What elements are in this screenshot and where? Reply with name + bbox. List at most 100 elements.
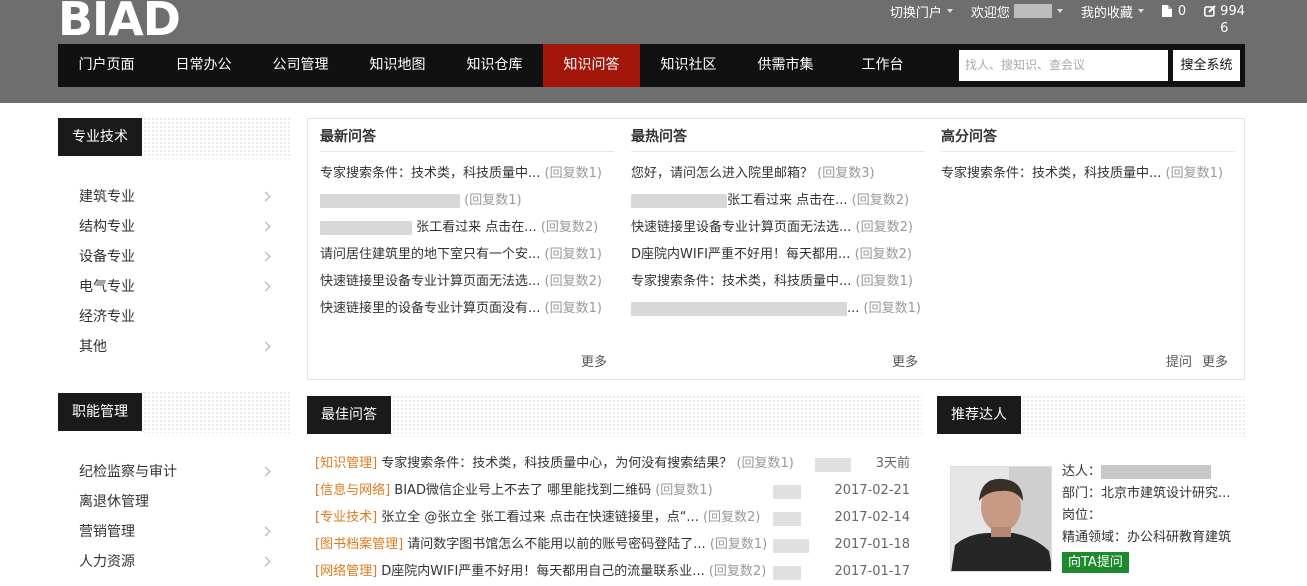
sidebar-item-label: 结构专业 <box>79 219 135 235</box>
category-tag[interactable]: [信息与网络] <box>315 483 390 498</box>
nav-item-company-management[interactable]: 公司管理 <box>252 44 349 87</box>
top-bar: 切换门户 欢迎您 我的收藏 0 994 6 <box>872 2 1245 38</box>
question-text: 快速链接里设备专业计算页面无法选... <box>631 220 852 235</box>
sidebar-item-other[interactable]: 其他 <box>79 332 271 362</box>
list-item[interactable]: D座院内WIFI严重不好用！每天都用... (回复数2) <box>631 241 912 268</box>
sidebar-item-retirement[interactable]: 离退休管理 <box>79 487 269 517</box>
chevron-right-icon <box>260 526 271 537</box>
sidebar-item-electrical[interactable]: 电气专业 <box>79 272 271 302</box>
table-row[interactable]: [知识管理] 专家搜索条件：技术类，科技质量中心，为何没有搜索结果？ (回复数1… <box>315 451 910 477</box>
sidebar-item-hr[interactable]: 人力资源 <box>79 547 271 577</box>
sidebar-item-label: 其他 <box>79 339 107 355</box>
nav-item-daily-office[interactable]: 日常办公 <box>155 44 252 87</box>
documents-link[interactable]: 0 <box>1161 2 1186 20</box>
latest-qa-title: 最新问答 <box>320 119 614 152</box>
highscore-more-link[interactable]: 更多 <box>1202 351 1228 370</box>
reply-count: (回复数1) <box>544 166 602 181</box>
list-item[interactable]: 您好，请问怎么进入院里邮箱？ (回复数3) <box>631 160 875 187</box>
list-item[interactable]: 张工看过来 点击在... (回复数2) <box>320 214 598 241</box>
blurred-text <box>773 566 801 580</box>
person-photo-icon <box>951 467 1051 571</box>
recommended-expert-title: 推荐达人 <box>937 396 1021 434</box>
question-text: 专家搜索条件：技术类，科技质量中心，为何没有搜索结果？ <box>381 456 733 471</box>
nav-item-knowledge-warehouse[interactable]: 知识仓库 <box>446 44 543 87</box>
sidebar-item-label: 设备专业 <box>79 249 135 265</box>
sidebar-item-label: 经济专业 <box>79 309 135 325</box>
sidebar-item-structure[interactable]: 结构专业 <box>79 212 271 242</box>
title-pattern <box>1022 395 1247 437</box>
qa-panel: 最新问答 专家搜索条件：技术类，科技质量中... (回复数1) (回复数1) 张… <box>307 118 1245 380</box>
search-input[interactable]: 找人、搜知识、查会议 <box>959 50 1168 81</box>
edit-count-wrap: 6 <box>1220 21 1229 36</box>
nav-item-knowledge-qa[interactable]: 知识问答 <box>543 44 640 87</box>
question-text: 专家搜索条件：技术类，科技质量中... <box>320 166 541 181</box>
welcome-label: 欢迎您 <box>970 5 1010 21</box>
edits-link[interactable]: 994 6 <box>1204 2 1245 38</box>
question-text: 专家搜索条件：技术类，科技质量中... <box>631 274 852 289</box>
question-text: 请问居住建筑里的地下室只有一个安... <box>320 247 541 262</box>
table-row[interactable]: [图书档案管理] 请问数字图书馆怎么不能用以前的账号密码登陆了... (回复数1… <box>315 532 910 558</box>
best-qa-title: 最佳问答 <box>307 396 391 434</box>
sidebar-item-label: 建筑专业 <box>79 189 135 205</box>
table-row[interactable]: [信息与网络] BIAD微信企业号上不去了 哪里能找到二维码 (回复数1) 201… <box>315 478 910 504</box>
list-item[interactable]: ... (回复数1) <box>631 295 921 322</box>
nav-item-knowledge-community[interactable]: 知识社区 <box>640 44 737 87</box>
list-item[interactable]: (回复数1) <box>320 187 522 214</box>
blurred-text <box>773 512 801 526</box>
switch-portal-label: 切换门户 <box>889 5 942 21</box>
list-item[interactable]: 专家搜索条件：技术类，科技质量中... (回复数1) <box>941 160 1223 187</box>
list-item[interactable]: 专家搜索条件：技术类，科技质量中... (回复数1) <box>631 268 913 295</box>
logo[interactable]: BIAD <box>58 0 181 46</box>
list-item[interactable]: 快速链接里的设备专业计算页面没有... (回复数1) <box>320 295 602 322</box>
chevron-right-icon <box>260 556 271 567</box>
blurred-text <box>631 193 727 208</box>
user-menu[interactable]: 欢迎您 <box>970 2 1063 21</box>
section-title-functional: 职能管理 <box>58 393 142 431</box>
switch-portal-menu[interactable]: 切换门户 <box>889 2 953 21</box>
table-row[interactable]: [网络管理] D座院内WIFI严重不好用！每天都用自己的流量联系业... (回复… <box>315 559 910 585</box>
reply-count: (回复数2) <box>708 564 767 579</box>
favorites-menu[interactable]: 我的收藏 <box>1081 2 1144 21</box>
list-item[interactable]: 专家搜索条件：技术类，科技质量中... (回复数1) <box>320 160 602 187</box>
search-all-button[interactable]: 搜全系统 <box>1173 50 1240 81</box>
latest-more-link[interactable]: 更多 <box>581 351 607 370</box>
post-date: 2017-02-14 <box>834 510 910 525</box>
sidebar-item-architecture[interactable]: 建筑专业 <box>79 182 271 212</box>
reply-count: (回复数3) <box>817 166 875 181</box>
nav-item-market[interactable]: 供需市集 <box>737 44 834 87</box>
list-item[interactable]: 请问居住建筑里的地下室只有一个安... (回复数1) <box>320 241 602 268</box>
section-title-technical: 专业技术 <box>58 118 142 156</box>
reply-count: (回复数1) <box>464 193 522 208</box>
sidebar-item-marketing[interactable]: 营销管理 <box>79 517 271 547</box>
nav-item-portal[interactable]: 门户页面 <box>58 44 155 87</box>
expert-name-blurred <box>1101 464 1212 479</box>
sidebar-item-equipment[interactable]: 设备专业 <box>79 242 271 272</box>
ask-expert-button[interactable]: 向TA提问 <box>1062 552 1129 573</box>
chevron-down-icon <box>1137 9 1144 13</box>
sidebar-item-audit[interactable]: 纪检监察与审计 <box>79 457 271 487</box>
nav-item-knowledge-map[interactable]: 知识地图 <box>349 44 446 87</box>
list-item[interactable]: 张工看过来 点击在... (回复数2) <box>631 187 909 214</box>
list-item[interactable]: 快速链接里设备专业计算页面无法选... (回复数2) <box>631 214 913 241</box>
chevron-right-icon <box>260 281 271 292</box>
category-tag[interactable]: [网络管理] <box>315 564 377 579</box>
question-text: 张工看过来 点击在... <box>727 193 848 208</box>
sidebar-item-label: 纪检监察与审计 <box>79 464 177 480</box>
blurred-text <box>320 220 412 235</box>
chevron-right-icon <box>260 466 271 477</box>
list-item[interactable]: 快速链接里设备专业计算页面无法选... (回复数2) <box>320 268 602 295</box>
expert-avatar[interactable] <box>950 466 1052 572</box>
reply-count: (回复数1) <box>1165 166 1223 181</box>
category-tag[interactable]: [知识管理] <box>315 456 377 471</box>
nav-item-workbench[interactable]: 工作台 <box>834 44 931 87</box>
question-text: 请问数字图书馆怎么不能用以前的账号密码登陆了... <box>407 537 706 552</box>
sidebar-item-economics[interactable]: 经济专业 <box>79 302 269 332</box>
chevron-down-icon <box>946 9 953 13</box>
question-text: D座院内WIFI严重不好用！每天都用自己的流量联系业... <box>381 564 705 579</box>
hottest-more-link[interactable]: 更多 <box>892 351 918 370</box>
category-tag[interactable]: [图书档案管理] <box>315 537 403 552</box>
category-tag[interactable]: [专业技术] <box>315 510 377 525</box>
expert-name-row: 达人： <box>1062 461 1212 483</box>
table-row[interactable]: [专业技术] 张立全 @张立全 张工看过来 点击在快速链接里，点“... (回复… <box>315 505 910 531</box>
ask-question-link[interactable]: 提问 <box>1166 351 1192 370</box>
